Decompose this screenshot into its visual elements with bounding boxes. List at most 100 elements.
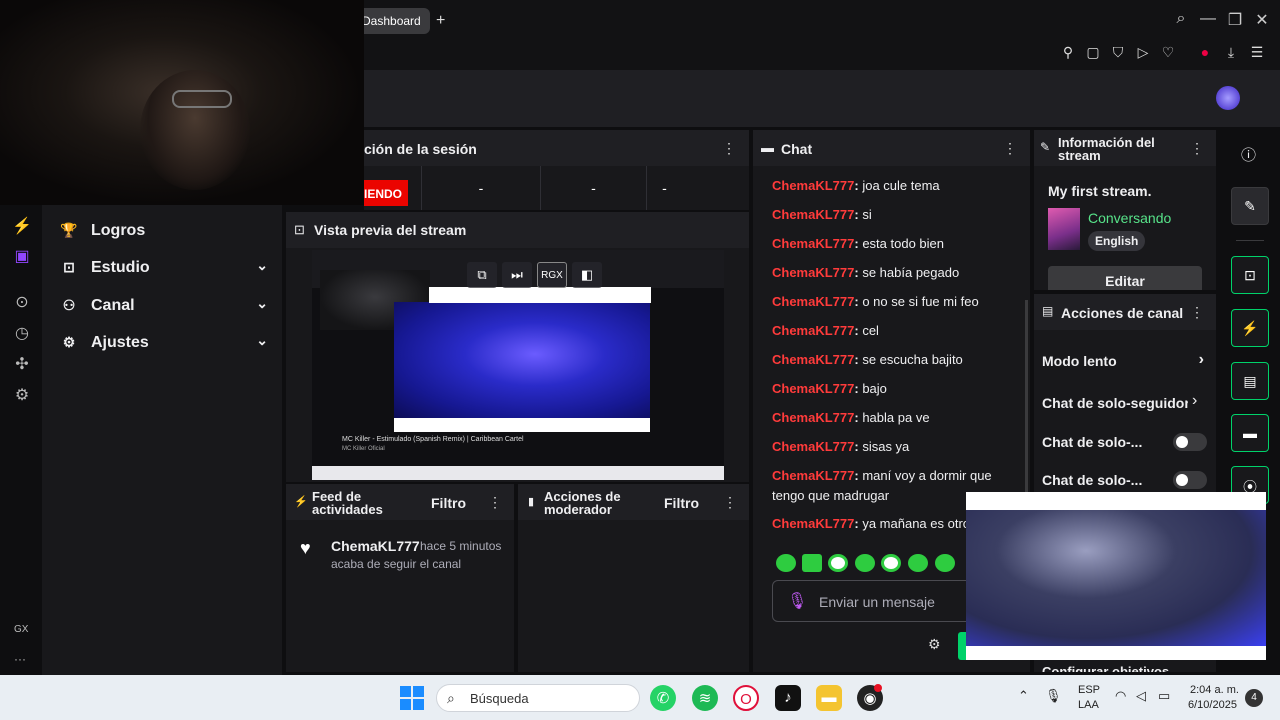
microphone-icon[interactable]: 🎙 xyxy=(1045,688,1062,704)
chat-username[interactable]: ChemaKL777 xyxy=(772,468,854,483)
action-row-followers-chat[interactable]: Chat de solo-seguidor xyxy=(1042,395,1188,411)
start-button[interactable] xyxy=(400,686,424,710)
kebab-icon[interactable]: ⋮ xyxy=(1190,304,1204,321)
download-icon[interactable]: ⤓ xyxy=(1222,44,1240,61)
chat-bubble-icon[interactable]: ▬ xyxy=(1231,414,1269,452)
skip-icon[interactable]: ⏭ xyxy=(502,262,532,288)
chat-settings-icon[interactable]: ⚙ xyxy=(928,636,941,653)
nav-item-ajustes[interactable]: ⚙ Ajustes ⌄ xyxy=(58,332,268,356)
chevron-up-icon[interactable]: ⌃ xyxy=(1018,688,1029,704)
chat-username[interactable]: ChemaKL777 xyxy=(772,178,854,193)
opera-gx-icon[interactable]: O xyxy=(733,685,759,711)
play-icon[interactable]: ▷ xyxy=(1134,44,1152,61)
action-row-goals[interactable]: Configurar objetivos xyxy=(1042,664,1208,672)
wifi-icon[interactable]: ◠ xyxy=(1115,688,1126,704)
chat-text: sisas ya xyxy=(862,439,910,454)
chat-username[interactable]: ChemaKL777 xyxy=(772,265,854,280)
user-avatar[interactable] xyxy=(1216,86,1240,110)
settings-icon[interactable]: ⚙ xyxy=(12,385,32,405)
preview-video-channel: MC Killer Oficial xyxy=(342,446,385,452)
stream-category[interactable]: Conversando xyxy=(1088,210,1171,226)
chat-username[interactable]: ChemaKL777 xyxy=(772,439,854,454)
chat-username[interactable]: ChemaKL777 xyxy=(772,207,854,222)
edit-button[interactable]: Editar xyxy=(1048,266,1202,290)
action-row-slow-mode[interactable]: Modo lento › xyxy=(1042,351,1208,369)
nav-item-estudio[interactable]: ⊡ Estudio ⌄ xyxy=(58,257,268,281)
emote-icon[interactable] xyxy=(802,554,822,572)
kebab-icon[interactable]: ⋮ xyxy=(1190,140,1204,157)
clock-date[interactable]: 6/10/2025 xyxy=(1188,699,1237,711)
clock-icon[interactable]: ◷ xyxy=(12,323,32,343)
chat-scrollbar[interactable] xyxy=(1025,300,1028,500)
toggle-switch[interactable] xyxy=(1173,471,1207,489)
nav-item-canal[interactable]: ⚇ Canal ⌄ xyxy=(58,295,268,319)
info-icon[interactable]: ⓘ xyxy=(1241,144,1256,165)
chat-username[interactable]: ChemaKL777 xyxy=(772,410,854,425)
microphone-icon[interactable]: 🎙 xyxy=(787,591,807,611)
notification-badge[interactable]: 4 xyxy=(1245,689,1263,707)
spotify-icon[interactable]: ≋ xyxy=(692,685,718,711)
whatsapp-icon[interactable]: ✆ xyxy=(650,685,676,711)
extension-icon[interactable]: ✣ xyxy=(12,354,32,374)
emote-icon[interactable] xyxy=(881,554,901,572)
chat-input[interactable]: 🎙 Enviar un mensaje xyxy=(772,580,982,622)
close-icon[interactable]: ✕ xyxy=(1252,10,1272,30)
emote-icon[interactable] xyxy=(855,554,875,572)
play-circle-icon[interactable]: ⊙ xyxy=(12,292,32,312)
twitch-icon[interactable]: ▣ xyxy=(12,246,32,266)
chat-username[interactable]: ChemaKL777 xyxy=(772,381,854,396)
emote-icon[interactable] xyxy=(828,554,848,572)
chat-message: ChemaKL777: se escucha bajito xyxy=(772,350,1012,370)
minimize-icon[interactable]: — xyxy=(1198,10,1218,28)
chat-username[interactable]: ChemaKL777 xyxy=(772,516,854,531)
profile-avatar-icon[interactable]: ● xyxy=(1196,44,1214,60)
taskbar-search[interactable]: ⌕ Búsqueda xyxy=(436,684,640,712)
nav-label: Ajustes xyxy=(91,334,149,351)
feed-filter-button[interactable]: Filtro xyxy=(431,495,466,511)
chat-username[interactable]: ChemaKL777 xyxy=(772,323,854,338)
chat-message: ChemaKL777: sisas ya xyxy=(772,437,1012,457)
clock-time[interactable]: 2:04 a. m. xyxy=(1190,684,1239,696)
language-line2[interactable]: LAA xyxy=(1078,699,1099,711)
maximize-icon[interactable]: ❐ xyxy=(1225,10,1245,30)
pin-icon[interactable]: ⚲ xyxy=(1059,44,1077,61)
battery-icon[interactable]: ▭ xyxy=(1158,688,1170,704)
preview-toggle-icon[interactable]: ⊡ xyxy=(1231,256,1269,294)
chevron-right-icon[interactable]: › xyxy=(1192,392,1197,410)
shield-icon[interactable]: ⛉ xyxy=(1109,44,1127,61)
kebab-icon[interactable]: ⋮ xyxy=(1003,140,1017,157)
popout-icon[interactable]: ⧉ xyxy=(467,262,497,288)
chat-username[interactable]: ChemaKL777 xyxy=(772,352,854,367)
volume-icon[interactable]: ◁ xyxy=(1136,688,1146,704)
menu-icon[interactable]: ☰ xyxy=(1248,44,1266,61)
tiktok-icon[interactable]: ♪ xyxy=(775,685,801,711)
pip-icon[interactable]: ◧ xyxy=(572,262,602,288)
creator-icon[interactable]: ⚡ xyxy=(12,216,32,236)
language-line1[interactable]: ESP xyxy=(1078,684,1100,696)
file-explorer-icon[interactable]: ▬ xyxy=(816,685,842,711)
heart-icon[interactable]: ♡ xyxy=(1159,44,1177,61)
more-icon[interactable]: ··· xyxy=(14,652,26,666)
live-status-button[interactable]: IENDO xyxy=(364,180,408,206)
kebab-icon[interactable]: ⋮ xyxy=(488,494,502,511)
kebab-icon[interactable]: ⋮ xyxy=(723,494,737,511)
modact-filter-button[interactable]: Filtro xyxy=(664,495,699,511)
channel-actions-header: ▤ Acciones de canal ⋮ xyxy=(1034,294,1216,330)
new-tab-button[interactable]: + xyxy=(436,12,445,30)
edit-pencil-icon[interactable]: ✎ xyxy=(1231,187,1269,225)
search-icon[interactable]: ⌕ xyxy=(1171,10,1191,28)
toggle-switch[interactable] xyxy=(1173,433,1207,451)
emote-icon[interactable] xyxy=(776,554,796,572)
screenshot-icon[interactable]: ▢ xyxy=(1084,44,1102,61)
emote-icon[interactable] xyxy=(908,554,928,572)
rgx-button[interactable]: RGX xyxy=(537,262,567,288)
kebab-icon[interactable]: ⋮ xyxy=(722,140,736,157)
document-icon[interactable]: ▤ xyxy=(1231,362,1269,400)
chat-username[interactable]: ChemaKL777 xyxy=(772,294,854,309)
chat-username[interactable]: ChemaKL777 xyxy=(772,236,854,251)
tab-dashboard[interactable]: Dashboard xyxy=(358,8,430,34)
emote-icon[interactable] xyxy=(935,554,955,572)
nav-item-logros[interactable]: 🏆 Logros xyxy=(58,220,268,244)
lightning-icon[interactable]: ⚡ xyxy=(1231,309,1269,347)
feed-event-user[interactable]: ChemaKL777 xyxy=(331,538,420,554)
